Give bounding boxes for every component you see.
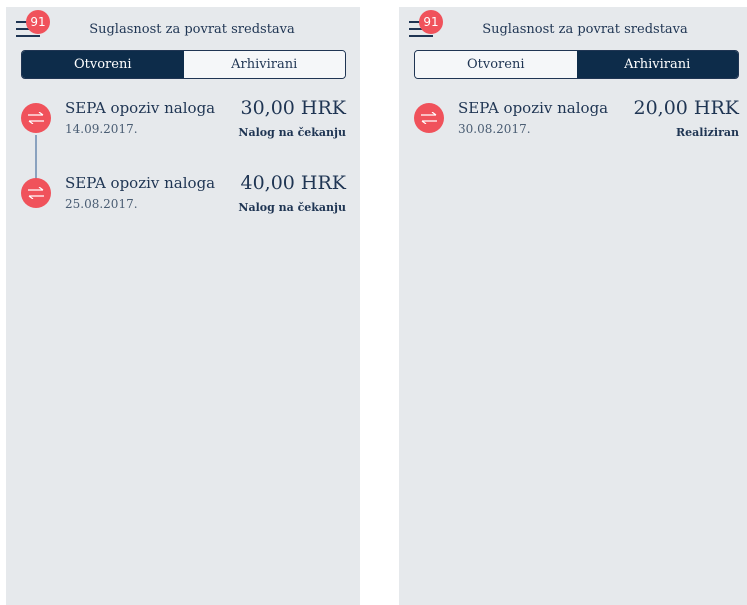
- tab-switcher: Otvoreni Arhivirani: [414, 50, 739, 79]
- item-amount: 40,00 HRK: [240, 172, 346, 194]
- list-item[interactable]: SEPA opoziv naloga 30.08.2017. 20,00 HRK…: [399, 94, 747, 169]
- app-header: 91 Suglasnost za povrat sredstava: [6, 7, 360, 51]
- item-title: SEPA opoziv naloga: [458, 99, 609, 117]
- item-status: Nalog na čekanju: [238, 201, 346, 214]
- item-date: 14.09.2017.: [65, 122, 138, 136]
- transfer-icon: [21, 178, 51, 208]
- tab-arhivirani[interactable]: Arhivirani: [576, 51, 738, 78]
- page-title: Suglasnost za povrat sredstava: [482, 22, 688, 37]
- list-item[interactable]: SEPA opoziv naloga 25.08.2017. 40,00 HRK…: [6, 169, 360, 244]
- item-status: Realiziran: [676, 126, 739, 139]
- item-amount: 30,00 HRK: [240, 97, 346, 119]
- item-status: Nalog na čekanju: [238, 126, 346, 139]
- tab-switcher: Otvoreni Arhivirani: [21, 50, 346, 79]
- consent-list: SEPA opoziv naloga 14.09.2017. 30,00 HRK…: [6, 94, 360, 244]
- transfer-icon: [21, 103, 51, 133]
- tab-otvoreni[interactable]: Otvoreni: [22, 51, 184, 78]
- screen-open-consents: 91 Suglasnost za povrat sredstava Otvore…: [6, 7, 360, 605]
- item-title: SEPA opoziv naloga: [65, 99, 216, 117]
- item-title: SEPA opoziv naloga: [65, 174, 216, 192]
- page-title: Suglasnost za povrat sredstava: [89, 22, 295, 37]
- tab-otvoreni[interactable]: Otvoreni: [415, 51, 577, 78]
- item-date: 30.08.2017.: [458, 122, 531, 136]
- item-amount: 20,00 HRK: [633, 97, 739, 119]
- screen-archived-consents: 91 Suglasnost za povrat sredstava Otvore…: [399, 7, 747, 605]
- transfer-icon: [414, 103, 444, 133]
- tab-arhivirani[interactable]: Arhivirani: [183, 51, 345, 78]
- list-item[interactable]: SEPA opoziv naloga 14.09.2017. 30,00 HRK…: [6, 94, 360, 169]
- app-header: 91 Suglasnost za povrat sredstava: [399, 7, 747, 51]
- consent-list: SEPA opoziv naloga 30.08.2017. 20,00 HRK…: [399, 94, 747, 169]
- item-date: 25.08.2017.: [65, 197, 138, 211]
